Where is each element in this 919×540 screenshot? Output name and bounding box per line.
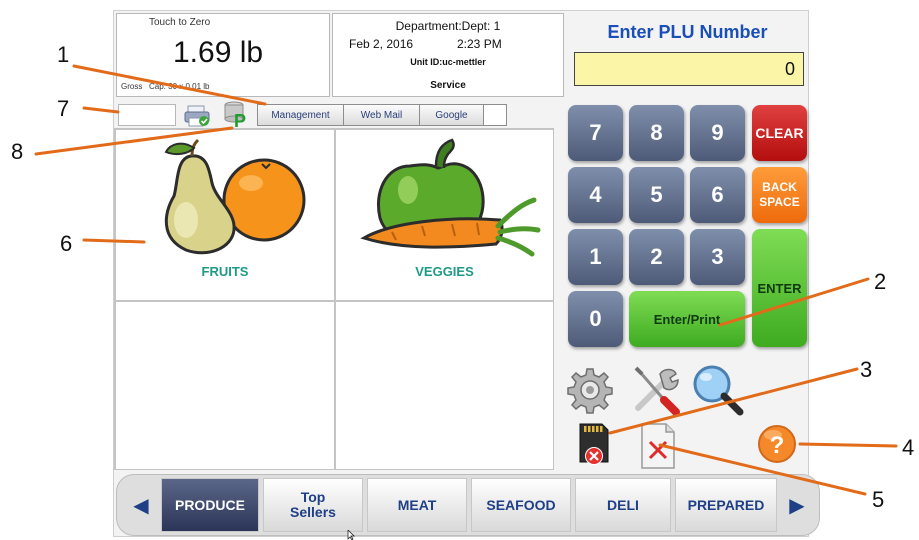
backspace-button[interactable]: BACK SPACE xyxy=(752,167,807,223)
callout-2: 2 xyxy=(874,269,887,294)
callout-1: 1 xyxy=(57,42,70,67)
callout-3: 3 xyxy=(860,357,873,382)
department-label: Department:Dept: 1 xyxy=(395,19,501,33)
sd-card-error-icon[interactable] xyxy=(576,420,612,475)
capacity-label: Cap. 30 x 0.01 lb xyxy=(149,82,210,91)
category-prepared[interactable]: PREPARED xyxy=(675,478,777,532)
category-next-arrow-icon[interactable]: ▶ xyxy=(780,478,814,532)
settings-gear-icon[interactable] xyxy=(566,366,614,419)
key-8[interactable]: 8 xyxy=(629,105,684,161)
weight-display[interactable]: Touch to Zero 1.69 lb Gross Cap. 30 x 0.… xyxy=(116,13,330,97)
link-bar: Management Web Mail Google xyxy=(257,104,507,126)
small-input-field[interactable] xyxy=(118,104,176,126)
veggies-image xyxy=(360,138,541,257)
callout-6: 6 xyxy=(60,231,73,256)
svg-text:?: ? xyxy=(770,432,785,459)
key-6[interactable]: 6 xyxy=(690,167,745,223)
enter-button[interactable]: ENTER xyxy=(752,229,807,347)
key-4[interactable]: 4 xyxy=(568,167,623,223)
empty-tile[interactable] xyxy=(115,301,335,470)
scale-ui-screenshot: Touch to Zero 1.69 lb Gross Cap. 30 x 0.… xyxy=(0,0,919,540)
category-top-sellers[interactable]: Top Sellers xyxy=(263,478,363,532)
plu-input[interactable]: 0 xyxy=(574,52,804,86)
callout-line-4 xyxy=(798,442,898,448)
callout-5: 5 xyxy=(872,487,885,512)
help-question-icon[interactable]: ? xyxy=(757,424,797,469)
key-9[interactable]: 9 xyxy=(690,105,745,161)
mouse-cursor-icon xyxy=(347,530,355,540)
web-mail-link[interactable]: Web Mail xyxy=(344,105,420,125)
key-1[interactable]: 1 xyxy=(568,229,623,285)
category-prev-arrow-icon[interactable]: ◀ xyxy=(122,478,160,532)
document-error-icon[interactable] xyxy=(638,420,678,477)
category-seafood[interactable]: SEAFOOD xyxy=(471,478,571,532)
clear-button[interactable]: CLEAR xyxy=(752,105,807,161)
backspace-label-line1: BACK xyxy=(762,180,797,194)
google-link[interactable]: Google xyxy=(420,105,484,125)
callout-4: 4 xyxy=(902,435,915,460)
enter-print-button[interactable]: Enter/Print xyxy=(629,291,745,347)
gross-label: Gross xyxy=(121,82,143,91)
p-letter: P xyxy=(234,111,246,128)
category-deli[interactable]: DELI xyxy=(575,478,671,532)
fruits-label: FRUITS xyxy=(201,264,249,279)
key-3[interactable]: 3 xyxy=(690,229,745,285)
veggies-label: VEGGIES xyxy=(415,264,474,279)
mode-label: Service xyxy=(430,80,466,91)
tools-wrench-screwdriver-icon[interactable] xyxy=(630,364,682,421)
fruits-image xyxy=(164,138,306,255)
key-0[interactable]: 0 xyxy=(568,291,623,347)
veggies-tile[interactable]: VEGGIES xyxy=(335,129,554,301)
category-produce[interactable]: PRODUCE xyxy=(161,478,259,532)
top-sellers-line1: Top xyxy=(300,489,326,505)
callout-8: 8 xyxy=(11,139,24,164)
key-2[interactable]: 2 xyxy=(629,229,684,285)
plu-title: Enter PLU Number xyxy=(607,22,768,42)
management-link[interactable]: Management xyxy=(258,105,344,125)
key-7[interactable]: 7 xyxy=(568,105,623,161)
department-grid: FRUITS VEGGIES xyxy=(114,128,554,470)
fruits-tile[interactable]: FRUITS xyxy=(115,129,335,301)
top-sellers-line2: Sellers xyxy=(290,504,336,520)
printer-status-icon[interactable] xyxy=(184,104,212,128)
search-magnifier-icon[interactable] xyxy=(690,362,746,423)
empty-tile[interactable] xyxy=(335,301,554,470)
database-p-icon[interactable]: P xyxy=(222,100,250,131)
key-5[interactable]: 5 xyxy=(629,167,684,223)
info-panel: Department:Dept: 1 Feb 2, 2016 2:23 PM U… xyxy=(332,13,564,97)
category-meat[interactable]: MEAT xyxy=(367,478,467,532)
callout-7: 7 xyxy=(57,96,70,121)
time-label: 2:23 PM xyxy=(457,37,502,51)
date-label: Feb 2, 2016 xyxy=(349,37,414,51)
touch-to-zero-label: Touch to Zero xyxy=(149,17,211,28)
backspace-label-line2: SPACE xyxy=(759,195,800,209)
weight-value: 1.69 lb xyxy=(173,36,264,69)
unit-id-label: Unit ID:uc-mettler xyxy=(410,57,486,67)
